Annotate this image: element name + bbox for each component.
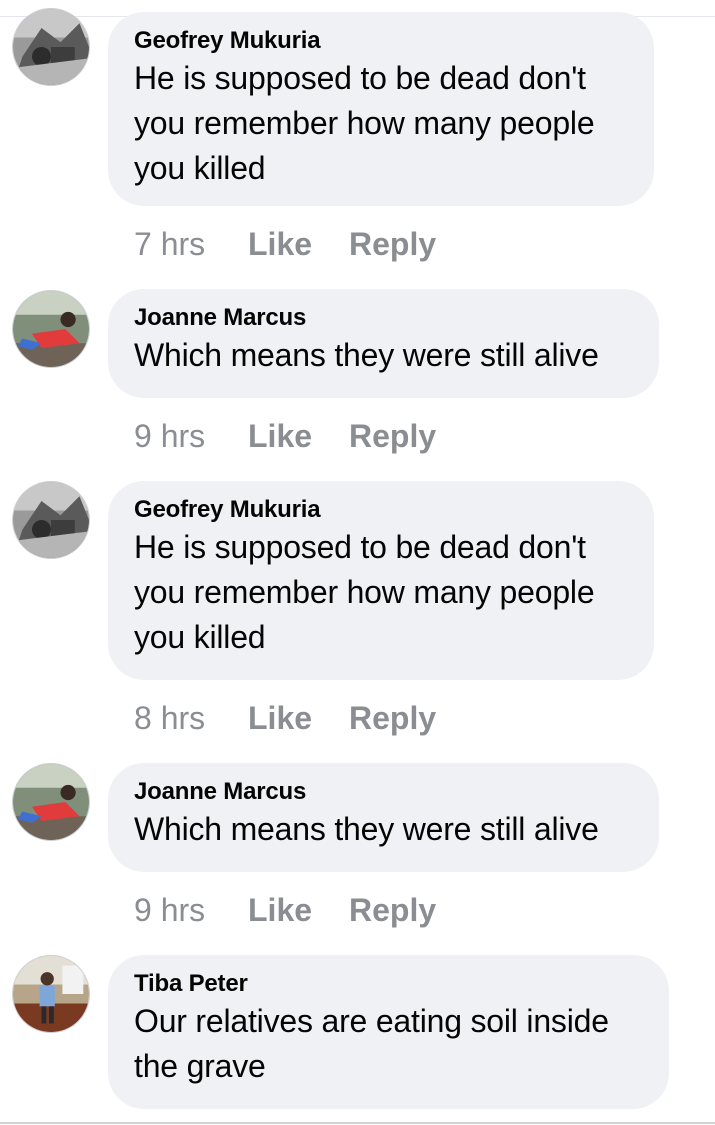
comment-text-line: the grave: [134, 1048, 266, 1084]
comment-author[interactable]: Joanne Marcus: [134, 777, 633, 807]
comment-author[interactable]: Joanne Marcus: [134, 303, 633, 333]
comment-bubble: Geofrey Mukuria He is supposed to be dea…: [108, 481, 654, 680]
comment-text-line: you killed: [134, 150, 266, 186]
avatar[interactable]: [12, 763, 90, 841]
reply-button[interactable]: Reply: [349, 416, 436, 456]
avatar[interactable]: [12, 481, 90, 559]
comment-text-line: Our relatives are eating soil inside: [134, 1003, 609, 1039]
avatar[interactable]: [12, 955, 90, 1033]
comment-text-line: Which means they were still alive: [134, 337, 599, 373]
comment-author[interactable]: Geofrey Mukuria: [134, 26, 628, 56]
woman-red-top-photo-icon: [13, 291, 89, 367]
machinery-photo-icon: [13, 482, 89, 558]
comment-text-line: He is supposed to be dead don't: [134, 529, 586, 565]
like-button[interactable]: Like: [248, 890, 312, 930]
comment-timestamp[interactable]: 9 hrs: [134, 890, 205, 930]
like-button[interactable]: Like: [248, 698, 312, 738]
comment-text-line: He is supposed to be dead don't: [134, 60, 586, 96]
comment-timestamp[interactable]: 7 hrs: [134, 224, 205, 264]
woman-red-top-photo-icon: [13, 764, 89, 840]
comment-text-line: you killed: [134, 619, 266, 655]
avatar[interactable]: [12, 290, 90, 368]
comment-text-line: you remember how many people: [134, 574, 595, 610]
machinery-photo-icon: [13, 9, 89, 85]
man-office-photo-icon: [13, 956, 89, 1032]
reply-button[interactable]: Reply: [349, 698, 436, 738]
comment-timestamp[interactable]: 9 hrs: [134, 416, 205, 456]
comment-bubble: Joanne Marcus Which means they were stil…: [108, 289, 659, 398]
reply-button[interactable]: Reply: [349, 224, 436, 264]
comment-bubble: Geofrey Mukuria He is supposed to be dea…: [108, 12, 654, 206]
comment-text-line: Which means they were still alive: [134, 811, 599, 847]
comment-bubble: Tiba Peter Our relatives are eating soil…: [108, 955, 669, 1109]
comment-author[interactable]: Tiba Peter: [134, 969, 643, 999]
reply-button[interactable]: Reply: [349, 890, 436, 930]
comment-text-line: you remember how many people: [134, 105, 595, 141]
comment-bubble: Joanne Marcus Which means they were stil…: [108, 763, 659, 872]
avatar[interactable]: [12, 8, 90, 86]
comment-timestamp[interactable]: 8 hrs: [134, 698, 205, 738]
comment-author[interactable]: Geofrey Mukuria: [134, 495, 628, 525]
like-button[interactable]: Like: [248, 416, 312, 456]
like-button[interactable]: Like: [248, 224, 312, 264]
divider: [0, 1122, 715, 1124]
